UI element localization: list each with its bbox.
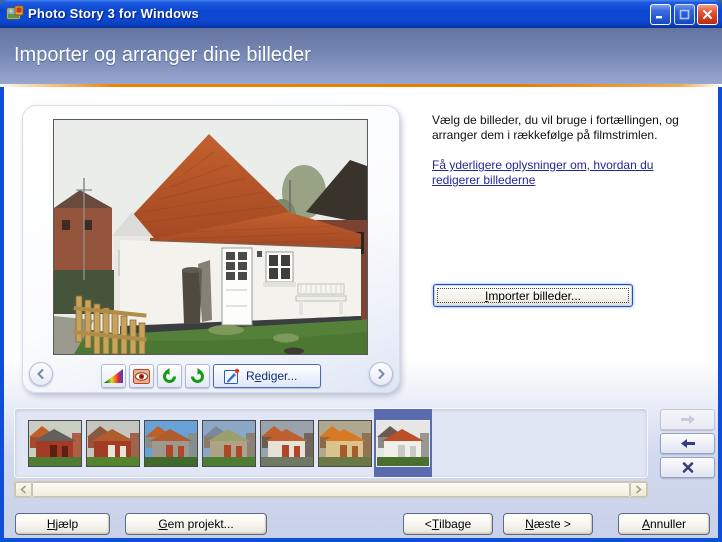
thumbnail-2[interactable] [84, 409, 142, 477]
thumbnail-1[interactable] [26, 409, 84, 477]
arrow-right-icon [680, 414, 696, 425]
content-area: Rediger... Vælg de billeder, du vil brug… [4, 87, 718, 538]
help-button[interactable]: Hjælp [15, 513, 110, 535]
import-button-label: Importer billeder... [485, 289, 581, 303]
filmstrip-scrollbar[interactable] [14, 481, 648, 498]
thumbnail-7[interactable] [374, 409, 432, 477]
scroll-left-button[interactable] [15, 482, 32, 497]
previous-image-button[interactable] [29, 362, 53, 386]
color-levels-button[interactable] [101, 364, 126, 388]
photo-preview [53, 119, 368, 355]
maximize-button[interactable] [674, 4, 695, 25]
pencil-icon [224, 368, 240, 384]
edit-button-label: Rediger... [246, 369, 297, 383]
cancel-button[interactable]: Annuller [618, 513, 710, 535]
move-image-forward-button[interactable] [660, 409, 715, 430]
photo-toolbar: Rediger... [101, 364, 321, 388]
thumbnail-4[interactable] [200, 409, 258, 477]
scroll-right-button[interactable] [630, 482, 647, 497]
close-icon[interactable] [697, 4, 718, 25]
edit-button[interactable]: Rediger... [213, 364, 321, 388]
chevron-left-icon [20, 485, 27, 494]
next-button[interactable]: Næste > [503, 513, 593, 535]
minimize-button[interactable] [650, 4, 671, 25]
app-icon [6, 5, 24, 23]
filmstrip-controls [660, 409, 715, 478]
header: Importer og arranger dine billeder [0, 28, 722, 84]
filmstrip [14, 408, 648, 478]
titlebar: Photo Story 3 for Windows [0, 0, 722, 28]
instructions-text: Vælg de billeder, du vil bruge i fortæll… [432, 113, 679, 142]
filmstrip-thumbs [15, 409, 647, 477]
x-icon [682, 462, 694, 473]
delete-image-button[interactable] [660, 457, 715, 478]
page-title: Importer og arranger dine billeder [14, 44, 311, 67]
rotate-counterclockwise-button[interactable] [157, 364, 182, 388]
scrollbar-thumb[interactable] [32, 482, 630, 497]
save-project-button[interactable]: Gem projekt... [125, 513, 267, 535]
help-link[interactable]: Få yderligere oplysninger om, hvordan du… [432, 158, 694, 188]
window-title: Photo Story 3 for Windows [28, 6, 199, 21]
arrow-left-icon [680, 438, 696, 449]
import-pictures-button[interactable]: Importer billeder... [433, 284, 633, 307]
instructions-block: Vælg de billeder, du vil bruge i fortæll… [432, 113, 714, 188]
rotate-clockwise-button[interactable] [185, 364, 210, 388]
back-button[interactable]: < Tilbage [403, 513, 493, 535]
chevron-right-icon [635, 485, 642, 494]
thumbnail-6[interactable] [316, 409, 374, 477]
move-image-back-button[interactable] [660, 433, 715, 454]
thumbnail-5[interactable] [258, 409, 316, 477]
thumbnail-3[interactable] [142, 409, 200, 477]
photo-story-window: Photo Story 3 for Windows Importer og ar… [0, 0, 722, 542]
next-image-button[interactable] [369, 362, 393, 386]
preview-panel: Rediger... [22, 105, 400, 393]
remove-red-eye-button[interactable] [129, 364, 154, 388]
